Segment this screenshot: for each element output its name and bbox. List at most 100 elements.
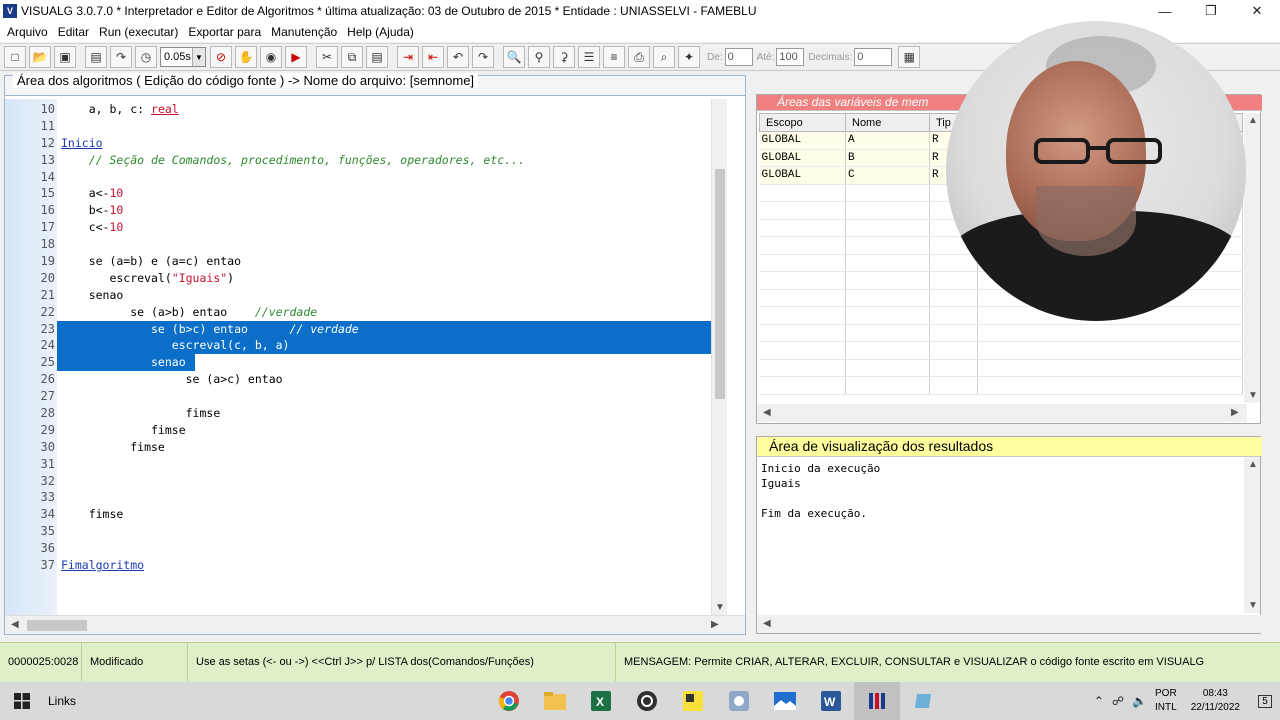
chevron-up-icon[interactable]: ⌃ <box>1094 694 1104 708</box>
code-line[interactable]: 10 a, b, c: real <box>5 101 727 118</box>
de-input[interactable]: 0 <box>724 48 753 66</box>
code-text[interactable]: c<-10 <box>61 219 124 236</box>
print-icon[interactable]: ⎙ <box>628 46 650 68</box>
scroll-left-icon[interactable]: ◀ <box>763 407 771 418</box>
code-text[interactable]: fimse <box>61 422 186 439</box>
code-line[interactable]: 25 senao <box>5 354 727 372</box>
calculator-icon[interactable]: ▦ <box>898 46 921 68</box>
code-line[interactable]: 32 <box>5 473 727 490</box>
table-row[interactable] <box>759 376 1243 395</box>
stop-icon[interactable]: ⊘ <box>210 46 232 68</box>
scroll-right-icon[interactable]: ▶ <box>1231 407 1239 418</box>
find-icon[interactable]: 🔍 <box>503 46 525 68</box>
code-line[interactable]: 15 a<-10 <box>5 185 727 202</box>
code-text[interactable]: se (b>c) entao // verdade <box>61 321 359 338</box>
code-line[interactable]: 31 <box>5 456 727 473</box>
list-icon[interactable]: ☰ <box>578 46 600 68</box>
code-line[interactable]: 33 <box>5 489 727 506</box>
menu-help[interactable]: Help (Ajuda) <box>342 25 419 39</box>
code-line[interactable]: 28 fimse <box>5 405 727 422</box>
find-next-icon[interactable]: ⚲ <box>528 46 550 68</box>
code-text[interactable]: b<-10 <box>61 202 124 219</box>
volume-icon[interactable]: 🔈 <box>1132 694 1147 708</box>
code-line[interactable]: 24 escreval(c, b, a) <box>5 337 727 355</box>
copy-icon[interactable]: ⧉ <box>341 46 363 68</box>
chevron-down-icon[interactable]: ▼ <box>192 48 205 66</box>
scroll-up-icon[interactable]: ▲ <box>1248 115 1258 126</box>
obs-icon[interactable] <box>624 682 670 720</box>
table-row[interactable] <box>759 359 1243 377</box>
excel-icon[interactable]: X <box>578 682 624 720</box>
code-text[interactable]: fimse <box>61 439 165 456</box>
zoom-icon[interactable]: ⌕ <box>653 46 675 68</box>
wizard-icon[interactable]: ✦ <box>678 46 700 68</box>
code-text[interactable]: // Seção de Comandos, procedimento, funç… <box>61 152 525 169</box>
breakpoint-icon[interactable]: ◉ <box>260 46 282 68</box>
code-line[interactable]: 13 // Seção de Comandos, procedimento, f… <box>5 152 727 169</box>
code-text[interactable]: escreval("Iguais") <box>61 270 234 287</box>
scroll-thumb[interactable] <box>715 169 725 399</box>
column-header-escopo[interactable]: Escopo <box>759 113 846 132</box>
code-line[interactable]: 11 <box>5 118 727 135</box>
decimais-input[interactable]: 0 <box>854 48 893 66</box>
code-line[interactable]: 21 senao <box>5 287 727 304</box>
new-file-icon[interactable]: □ <box>4 46 26 68</box>
code-text[interactable]: Fimalgoritmo <box>61 557 144 574</box>
scroll-down-icon[interactable]: ▼ <box>1248 600 1258 611</box>
run-icon[interactable]: ▶ <box>285 46 307 68</box>
code-line[interactable]: 26 se (a>c) entao <box>5 371 727 388</box>
chrome-icon[interactable] <box>486 682 532 720</box>
word-icon[interactable]: W <box>808 682 854 720</box>
column-header-nome[interactable]: Nome <box>845 113 930 132</box>
close-button[interactable]: ✕ <box>1234 0 1280 22</box>
code-text[interactable]: se (a>b) entao //verdade <box>61 304 317 321</box>
visualg-icon[interactable]: V <box>3 4 17 18</box>
editor-horizontal-scrollbar[interactable]: ◀ ▶ <box>5 615 745 634</box>
code-line[interactable]: 23 se (b>c) entao // verdade <box>5 320 727 338</box>
speed-select[interactable]: 0.05s ▼ <box>160 47 206 67</box>
table-row[interactable] <box>759 324 1243 342</box>
scroll-thumb[interactable] <box>27 620 87 631</box>
step-icon[interactable]: ↷ <box>110 46 132 68</box>
timer-icon[interactable]: ◷ <box>135 46 157 68</box>
network-icon[interactable]: ☍ <box>1112 694 1124 708</box>
code-line[interactable]: 36 <box>5 540 727 557</box>
scroll-right-icon[interactable]: ▶ <box>711 619 719 630</box>
scroll-down-icon[interactable]: ▼ <box>1248 390 1258 401</box>
code-line[interactable]: 18 <box>5 236 727 253</box>
code-text[interactable]: senao <box>61 287 124 304</box>
app-icon[interactable] <box>900 682 946 720</box>
clock[interactable]: 08:43 22/11/2022 <box>1191 687 1240 715</box>
links-toolbar[interactable]: Links <box>48 694 76 708</box>
code-text[interactable]: a, b, c: real <box>61 101 179 118</box>
code-line[interactable]: 30 fimse <box>5 439 727 456</box>
indent-icon[interactable]: ⇥ <box>397 46 419 68</box>
code-line[interactable]: 34 fimse <box>5 506 727 523</box>
menu-editar[interactable]: Editar <box>53 25 94 39</box>
minimize-button[interactable]: — <box>1142 0 1188 22</box>
menu-manutencao[interactable]: Manutenção <box>266 25 342 39</box>
menu-run[interactable]: Run (executar) <box>94 25 183 39</box>
code-line[interactable]: 12 Inicio <box>5 135 727 152</box>
code-line[interactable]: 16 b<-10 <box>5 202 727 219</box>
editor-vertical-scrollbar[interactable]: ▼ <box>711 99 727 615</box>
variables-horizontal-scrollbar[interactable]: ◀ ▶ <box>757 404 1247 422</box>
document-icon[interactable]: ▤ <box>85 46 107 68</box>
code-text[interactable]: a<-10 <box>61 185 124 202</box>
replace-icon[interactable]: ⚳ <box>553 46 575 68</box>
scroll-left-icon[interactable]: ◀ <box>11 619 19 630</box>
code-editor[interactable]: 10 a, b, c: real 11 12 Inicio 13 // Seção de… <box>5 99 727 615</box>
output-vertical-scrollbar[interactable]: ▲ ▼ <box>1244 457 1260 613</box>
code-text[interactable]: escreval(c, b, a) <box>61 337 290 354</box>
code-line[interactable]: 17 c<-10 <box>5 219 727 236</box>
code-text[interactable]: senao <box>61 354 186 371</box>
scroll-down-icon[interactable]: ▼ <box>715 602 725 613</box>
code-text[interactable]: fimse <box>61 506 124 523</box>
code-text[interactable]: Inicio <box>61 135 103 152</box>
language-indicator[interactable]: POR INTL <box>1155 687 1177 715</box>
sticky-notes-icon[interactable] <box>670 682 716 720</box>
code-line[interactable]: 20 escreval("Iguais") <box>5 270 727 287</box>
menu-exportar[interactable]: Exportar para <box>183 25 266 39</box>
redo-icon[interactable]: ↷ <box>472 46 494 68</box>
paint-icon[interactable] <box>716 682 762 720</box>
